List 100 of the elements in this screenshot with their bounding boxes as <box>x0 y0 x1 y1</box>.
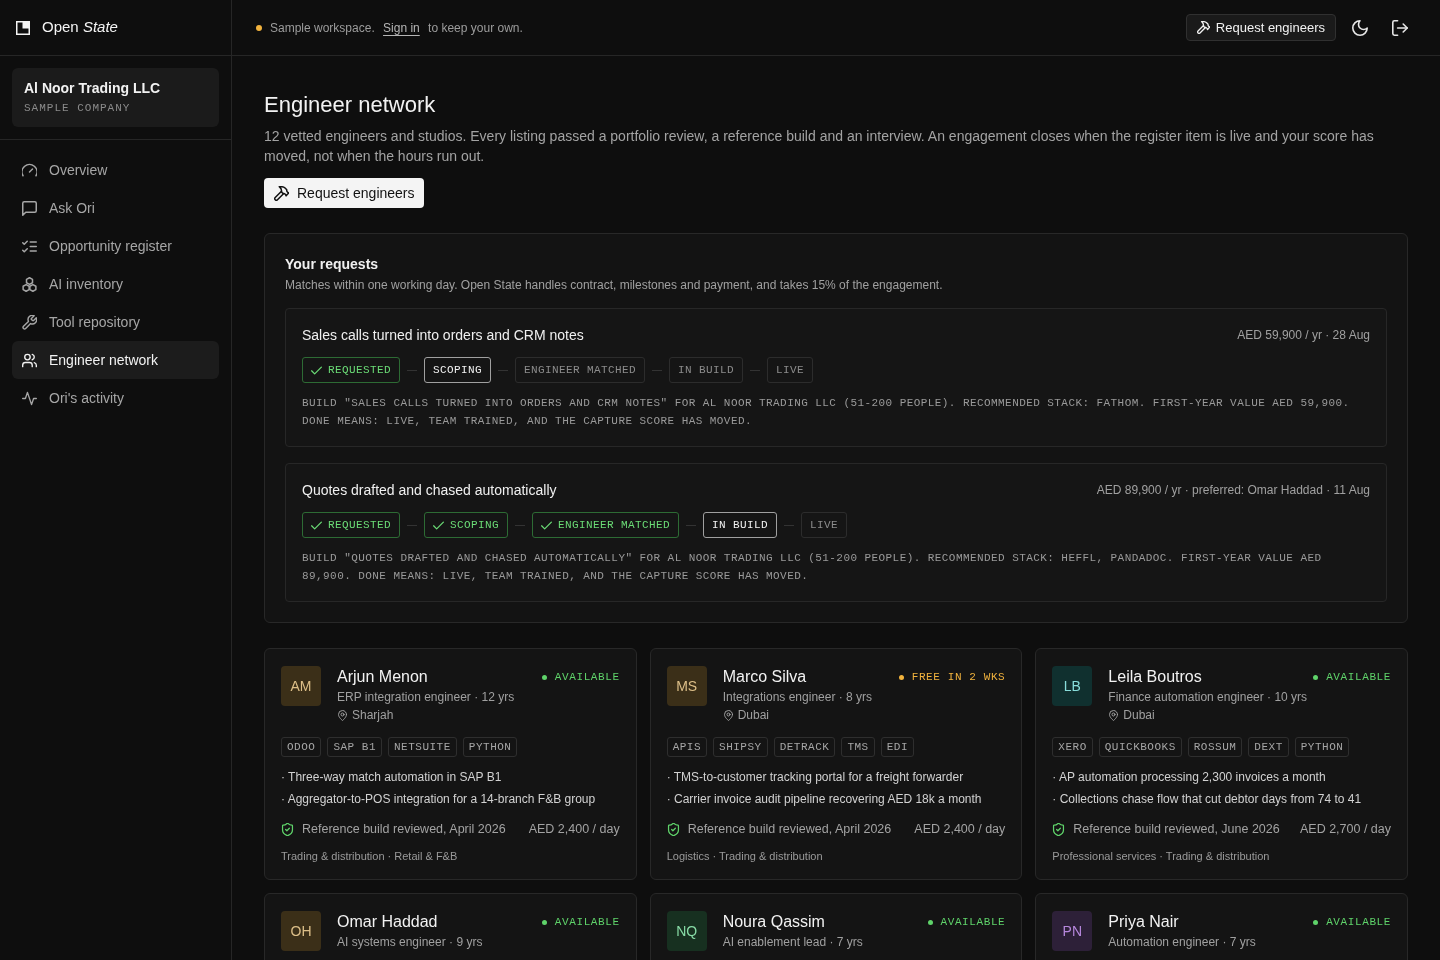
engineer-name: Arjun Menon <box>337 667 428 687</box>
review-note: Reference build reviewed, April 2026 <box>302 821 506 838</box>
page-description: 12 vetted engineers and studios. Every listing passed a portfolio review, a reference build and an interview. An engagement closes when the register item is live and your score has moved, not when the hours run out. <box>264 127 1375 166</box>
initials-avatar: LB <box>1052 666 1093 706</box>
request-meta: AED 89,900 / yr · preferred: Omar Haddad · 11 Aug <box>1096 482 1370 499</box>
nav-item[interactable]: Overview <box>12 151 219 189</box>
skill-tag: QUICKBOOKS <box>1098 737 1182 757</box>
review-note: Reference build reviewed, June 2026 <box>1073 821 1280 838</box>
progress-step: REQUESTED <box>302 512 400 538</box>
map-pin-icon <box>337 709 348 721</box>
nav-item[interactable]: Ask Ori <box>12 189 219 227</box>
sector-list: Trading & distribution · Retail & F&B <box>281 847 620 865</box>
shield-check-icon <box>666 822 680 836</box>
nav-item[interactable]: Tool repository <box>12 303 219 341</box>
engineer-name: Leila Boutros <box>1108 667 1202 687</box>
progress-step: SCOPING <box>424 512 509 538</box>
availability-status: AVAILABLE <box>1326 914 1391 930</box>
availability-status: AVAILABLE <box>1326 669 1391 685</box>
nav-item[interactable]: Ori's activity <box>12 379 219 417</box>
skill-tag: PYTHON <box>462 737 518 757</box>
progress-step: LIVE <box>801 512 848 538</box>
shield-check-icon <box>1052 822 1066 836</box>
skill-tag: ROSSUM <box>1187 737 1243 757</box>
checklist-icon <box>22 238 37 254</box>
progress-step: IN BUILD <box>669 357 744 383</box>
gauge-icon <box>22 162 37 178</box>
initials-avatar: MS <box>666 666 707 706</box>
engineer-location: Dubai <box>737 707 769 724</box>
engineer-role: AI enablement lead · 7 yrs <box>722 934 864 951</box>
request-description: BUILD "QUOTES DRAFTED AND CHASED AUTOMATICALLY" FOR AL NOOR TRADING LLC (51-200 PEOPLE). RECOMMENDED STACK: HEFFL, PANDADOC. FIRST-YEAR VALUE AED 89,900. DONE MEANS: LIVE, TEAM TRAINED, AND THE CAPTURE SCORE HAS MOVED. <box>302 551 1323 584</box>
company-name: Al Noor Trading LLC <box>24 79 162 97</box>
hammer-icon <box>274 185 289 201</box>
map-pin-icon <box>722 709 734 721</box>
users-icon <box>22 352 37 368</box>
nav-item[interactable]: Engineer network <box>12 341 219 379</box>
skill-tag: APIS <box>666 737 708 757</box>
company-tag: SAMPLE COMPANY <box>24 100 207 116</box>
hammer-icon <box>1196 21 1210 34</box>
sector-list: Professional services · Trading & distribution <box>1052 847 1391 865</box>
progress-step: LIVE <box>767 357 814 383</box>
skill-tag: PYTHON <box>1294 737 1350 757</box>
engineer-name: Marco Silva <box>722 667 807 687</box>
skill-tag: ODOO <box>281 737 322 757</box>
workspace-notice: Sample workspace. Sign in to keep your own. <box>270 19 523 37</box>
progress-step: SCOPING <box>424 357 492 383</box>
check-icon <box>311 519 322 531</box>
chat-icon <box>22 200 37 216</box>
engineer-location: Dubai <box>1123 707 1155 724</box>
skill-tag: DEXT <box>1248 737 1289 757</box>
cubes-icon <box>22 276 37 292</box>
skill-tag: SAP B1 <box>327 737 382 757</box>
moon-icon <box>1352 19 1368 36</box>
request-engineers-button[interactable]: Request engineers <box>1185 14 1336 41</box>
engineer-role: ERP integration engineer · 12 yrs <box>337 689 516 706</box>
project-highlight: · Aggregator-to-POS integration for a 14-branch F&B group <box>281 791 597 808</box>
check-icon <box>311 364 322 376</box>
day-rate: AED 2,700 / day <box>1299 821 1391 838</box>
availability-status: AVAILABLE <box>554 669 620 685</box>
engineer-name: Priya Nair <box>1108 912 1179 932</box>
request-description: BUILD "SALES CALLS TURNED INTO ORDERS AND CRM NOTES" FOR AL NOOR TRADING LLC (51-200 PEOPLE). RECOMMENDED STACK: FATHOM. FIRST-YEAR VALUE AED 59,900. DONE MEANS: LIVE, TEAM TRAINED, AND THE CAPTURE SCORE HAS MOVED. <box>302 396 1351 429</box>
map-pin-icon <box>1108 709 1120 721</box>
wrench-icon <box>22 314 37 330</box>
project-highlight: · Carrier invoice audit pipeline recovering AED 18k a month <box>666 791 983 808</box>
project-highlight: · AP automation processing 2,300 invoices a month <box>1052 769 1327 786</box>
pulse-icon <box>22 390 37 406</box>
request-meta: AED 59,900 / yr · 28 Aug <box>1237 327 1370 344</box>
request-title: Quotes drafted and chased automatically <box>302 481 557 500</box>
engineer-name: Noura Qassim <box>722 912 825 932</box>
progress-step: ENGINEER MATCHED <box>515 357 646 383</box>
nav-item[interactable]: Opportunity register <box>12 227 219 265</box>
review-note: Reference build reviewed, April 2026 <box>687 821 892 838</box>
nav-item[interactable]: AI inventory <box>12 265 219 303</box>
availability-status: AVAILABLE <box>554 914 620 930</box>
skill-tag: XERO <box>1052 737 1093 757</box>
check-icon <box>433 519 444 531</box>
sign-in-link[interactable]: Sign in <box>383 20 420 35</box>
request-engineers-button[interactable]: Request engineers <box>264 178 424 208</box>
sign-out-button[interactable] <box>1392 19 1408 36</box>
engineer-role: AI systems engineer · 9 yrs <box>337 934 484 951</box>
request-title: Sales calls turned into orders and CRM notes <box>302 326 584 345</box>
check-icon <box>541 519 553 531</box>
availability-status: FREE IN 2 WKS <box>911 669 1006 685</box>
sector-list: Logistics · Trading & distribution <box>666 847 1006 865</box>
progress-step: ENGINEER MATCHED <box>532 512 680 538</box>
skill-tag: NETSUITE <box>388 737 457 757</box>
section-subtitle: Matches within one working day. Open State handles contract, milestones and payment, and takes 15% of the engagement. <box>285 277 944 294</box>
theme-toggle-button[interactable] <box>1352 19 1368 36</box>
skill-tag: TMS <box>841 737 875 757</box>
skill-tag: SHIPSY <box>713 737 768 757</box>
engineer-role: Integrations engineer · 8 yrs <box>722 689 874 706</box>
availability-status: AVAILABLE <box>940 914 1006 930</box>
company-card[interactable]: Al Noor Trading LLC SAMPLE COMPANY <box>12 68 219 127</box>
skill-tag: DETRACK <box>773 737 836 757</box>
log-out-icon <box>1392 19 1408 36</box>
section-title: Your requests <box>285 255 380 274</box>
progress-step: REQUESTED <box>302 357 400 383</box>
initials-avatar: NQ <box>666 911 707 951</box>
logo-icon <box>16 20 30 35</box>
project-highlight: · Three-way match automation in SAP B1 <box>281 769 503 786</box>
brand-name[interactable]: Open State <box>42 16 118 39</box>
